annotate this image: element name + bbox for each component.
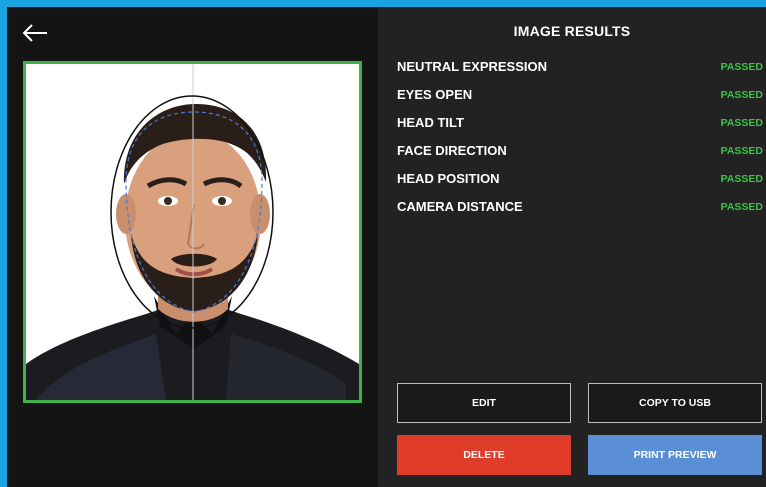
copy-to-usb-button[interactable]: COPY TO USB (588, 383, 762, 423)
result-label: EYES OPEN (397, 87, 473, 102)
result-status: PASSED (720, 145, 763, 157)
delete-button[interactable]: DELETE (397, 435, 571, 475)
arrow-left-icon (22, 24, 47, 42)
result-row-camera-distance: CAMERA DISTANCE PASSED (397, 199, 763, 227)
photo-pane (7, 7, 378, 487)
app-window: IMAGE RESULTS NEUTRAL EXPRESSION PASSED … (7, 7, 766, 487)
result-status: PASSED (720, 61, 763, 73)
edit-button[interactable]: EDIT (397, 383, 571, 423)
result-status: PASSED (720, 89, 763, 101)
result-row-head-tilt: HEAD TILT PASSED (397, 115, 763, 143)
result-row-face-direction: FACE DIRECTION PASSED (397, 143, 763, 171)
back-button[interactable] (21, 21, 51, 45)
result-status: PASSED (720, 201, 763, 213)
result-label: HEAD TILT (397, 115, 464, 130)
result-row-neutral-expression: NEUTRAL EXPRESSION PASSED (397, 59, 763, 87)
result-status: PASSED (720, 117, 763, 129)
result-label: CAMERA DISTANCE (397, 199, 523, 214)
portrait-photo (23, 61, 362, 403)
portrait-image (26, 64, 359, 400)
result-status: PASSED (720, 173, 763, 185)
results-pane: IMAGE RESULTS NEUTRAL EXPRESSION PASSED … (378, 7, 766, 487)
result-label: HEAD POSITION (397, 171, 500, 186)
results-title: IMAGE RESULTS (513, 23, 631, 39)
result-row-head-position: HEAD POSITION PASSED (397, 171, 763, 199)
result-row-eyes-open: EYES OPEN PASSED (397, 87, 763, 115)
result-label: FACE DIRECTION (397, 143, 507, 158)
print-preview-button[interactable]: PRINT PREVIEW (588, 435, 762, 475)
result-label: NEUTRAL EXPRESSION (397, 59, 548, 74)
results-list: NEUTRAL EXPRESSION PASSED EYES OPEN PASS… (397, 59, 763, 227)
